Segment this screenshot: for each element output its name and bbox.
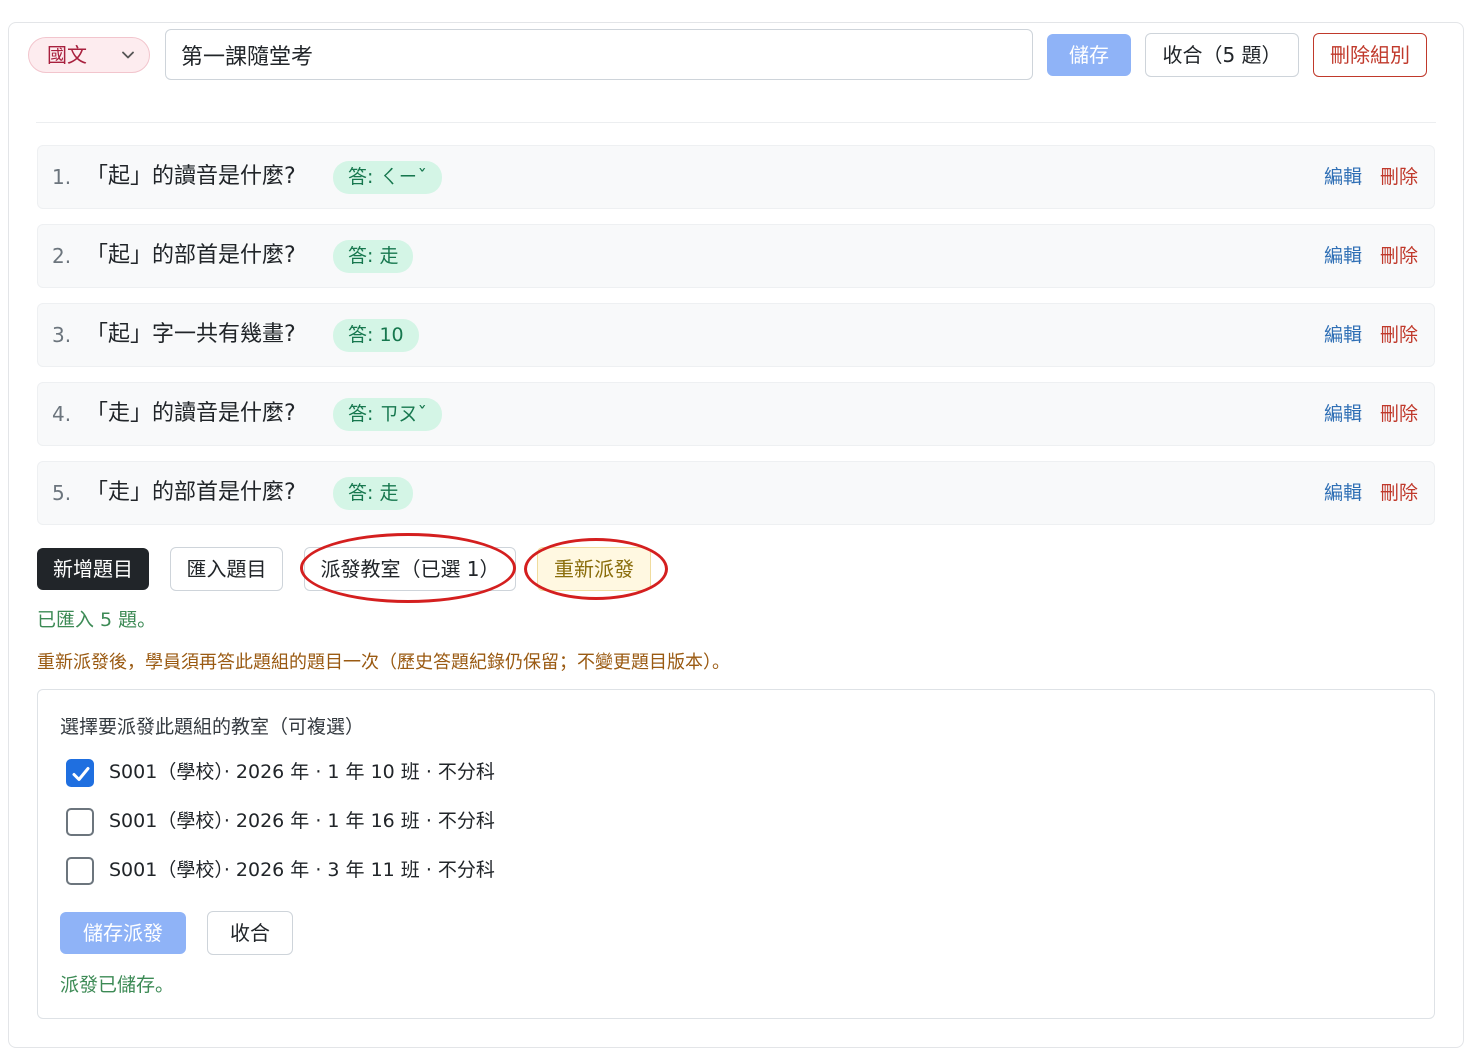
classroom-checkbox[interactable] [66,808,94,836]
question-number: 1. [52,165,72,189]
classroom-label: S001（學校）· 2026 年 · 1 年 10 班 · 不分科 [109,761,495,783]
question-number: 2. [52,244,72,268]
checkmark-icon [72,767,90,781]
annotation-circle [524,538,668,600]
panel-collapse-button[interactable]: 收合 [207,911,293,955]
delete-group-button[interactable]: 刪除組別 [1313,33,1427,77]
answer-badge: 答: 走 [333,477,414,510]
classroom-label: S001（學校）· 2026 年 · 1 年 16 班 · 不分科 [109,810,495,832]
classroom-checkbox[interactable] [66,857,94,885]
question-text: 「走」的讀音是什麼? [86,401,296,426]
question-row: 1. 「起」的讀音是什麼? 答: ㄑㄧˇ 編輯 刪除 [37,145,1435,209]
dispatch-panel: 選擇要派發此題組的教室（可複選） S001（學校）· 2026 年 · 1 年 … [37,689,1435,1019]
classroom-label: S001（學校）· 2026 年 · 3 年 11 班 · 不分科 [109,859,495,881]
subject-label: 國文 [47,43,87,67]
save-button[interactable]: 儲存 [1047,34,1131,76]
question-number: 3. [52,323,72,347]
dispatch-panel-title: 選擇要派發此題組的教室（可複選） [60,716,365,738]
delete-link[interactable]: 刪除 [1380,304,1418,366]
collapse-button[interactable]: 收合（5 題） [1145,33,1299,77]
save-dispatch-button[interactable]: 儲存派發 [60,912,186,954]
delete-link[interactable]: 刪除 [1380,225,1418,287]
delete-link[interactable]: 刪除 [1380,462,1418,524]
import-questions-button[interactable]: 匯入題目 [170,547,283,591]
question-row: 5. 「走」的部首是什麼? 答: 走 編輯 刪除 [37,461,1435,525]
question-number: 4. [52,402,72,426]
delete-link[interactable]: 刪除 [1380,146,1418,208]
divider [36,122,1436,123]
edit-link[interactable]: 編輯 [1324,304,1362,366]
annotation-circle [300,533,516,603]
answer-badge: 答: ㄗㄡˇ [333,398,442,431]
edit-link[interactable]: 編輯 [1324,225,1362,287]
classroom-checkbox[interactable] [66,759,94,787]
redispatch-warning: 重新派發後，學員須再答此題組的題目一次（歷史答題紀錄仍保留；不變更題目版本）。 [37,652,730,673]
question-text: 「起」字一共有幾畫? [86,322,296,347]
question-text: 「起」的部首是什麼? [86,243,296,268]
answer-badge: 答: 10 [333,319,419,352]
quiz-group-header: 國文 儲存 收合（5 題） 刪除組別 [28,28,1428,82]
question-text: 「起」的讀音是什麼? [86,164,296,189]
edit-link[interactable]: 編輯 [1324,462,1362,524]
quiz-title-input[interactable] [165,29,1033,80]
question-text: 「走」的部首是什麼? [86,480,296,505]
question-row: 4. 「走」的讀音是什麼? 答: ㄗㄡˇ 編輯 刪除 [37,382,1435,446]
delete-link[interactable]: 刪除 [1380,383,1418,445]
edit-link[interactable]: 編輯 [1324,383,1362,445]
edit-link[interactable]: 編輯 [1324,146,1362,208]
answer-badge: 答: ㄑㄧˇ [333,161,442,194]
subject-select[interactable]: 國文 [28,37,150,73]
question-row: 2. 「起」的部首是什麼? 答: 走 編輯 刪除 [37,224,1435,288]
add-question-button[interactable]: 新增題目 [37,548,149,590]
question-number: 5. [52,481,72,505]
dispatch-saved-message: 派發已儲存。 [60,974,175,996]
answer-badge: 答: 走 [333,240,414,273]
question-row: 3. 「起」字一共有幾畫? 答: 10 編輯 刪除 [37,303,1435,367]
chevron-down-icon [122,51,134,59]
import-status-message: 已匯入 5 題。 [37,609,157,631]
